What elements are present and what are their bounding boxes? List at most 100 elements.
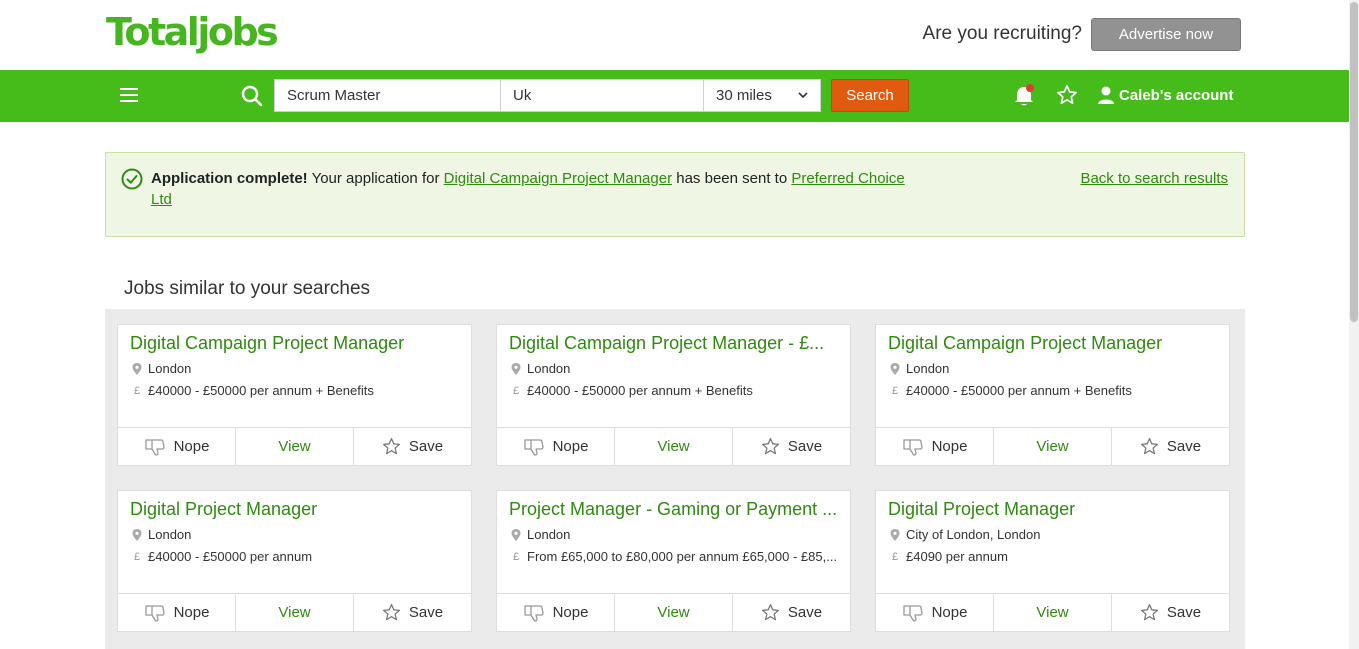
save-star-icon — [382, 603, 400, 621]
job-salary: £40000 - £50000 per annum + Benefits — [527, 383, 753, 398]
search-button[interactable]: Search — [831, 79, 909, 112]
job-card: Digital Campaign Project Manager London £ £… — [117, 324, 472, 466]
job-location: London — [527, 361, 571, 376]
job-location-row: City of London, London — [890, 527, 1217, 542]
page-scrollbar[interactable] — [1349, 0, 1359, 649]
thumbs-down-icon — [144, 438, 165, 456]
nope-button[interactable]: Nope — [118, 594, 236, 631]
thumbs-down-icon — [902, 438, 923, 456]
location-pin-icon — [890, 528, 900, 541]
alert-text-2: has been sent to — [672, 170, 792, 187]
job-salary-row: £ From £65,000 to £80,000 per annum £65,0… — [511, 549, 838, 564]
job-card: Digital Campaign Project Manager London £ £… — [875, 324, 1230, 466]
radius-value: 30 miles — [716, 87, 772, 104]
pound-icon: £ — [133, 550, 141, 563]
totaljobs-logo[interactable]: Totaljobs — [106, 10, 279, 54]
job-card: Project Manager - Gaming or Payment ... L… — [496, 490, 851, 632]
job-location: London — [527, 527, 571, 542]
job-title-link[interactable]: Digital Project Manager — [130, 499, 459, 520]
alert-text-1: Your application for — [307, 170, 444, 187]
job-title-link[interactable]: Digital Project Manager — [888, 499, 1217, 520]
saved-jobs-star-icon[interactable] — [1056, 84, 1078, 106]
job-title-link[interactable]: Digital Campaign Project Manager - £... — [509, 333, 838, 354]
nope-button[interactable]: Nope — [118, 428, 236, 465]
save-button[interactable]: Save — [354, 594, 471, 631]
job-salary-row: £ £4090 per annum — [890, 549, 1217, 564]
save-button[interactable]: Save — [354, 428, 471, 465]
nope-label: Nope — [931, 438, 968, 455]
pound-icon: £ — [891, 550, 899, 563]
job-card: Digital Campaign Project Manager - £... L… — [496, 324, 851, 466]
nope-button[interactable]: Nope — [497, 428, 615, 465]
scrollbar-thumb[interactable] — [1350, 2, 1358, 322]
thumbs-down-icon — [144, 604, 165, 622]
job-card: Digital Project Manager City of London, L… — [875, 490, 1230, 632]
location-pin-icon — [132, 362, 142, 375]
nope-button[interactable]: Nope — [876, 594, 994, 631]
view-button[interactable]: View — [615, 428, 733, 465]
account-menu[interactable]: Caleb's account — [1097, 86, 1233, 104]
location-input[interactable]: Uk — [500, 79, 704, 112]
save-star-icon — [761, 437, 779, 455]
search-navbar: Scrum Master Uk 30 miles Search Caleb's … — [0, 70, 1349, 122]
user-icon — [1098, 86, 1114, 104]
account-label: Caleb's account — [1119, 86, 1234, 104]
save-button[interactable]: Save — [733, 594, 850, 631]
menu-icon[interactable] — [120, 88, 138, 102]
alert-message: Application complete! Your application f… — [151, 168, 911, 210]
view-label: View — [1036, 604, 1069, 621]
job-location-row: London — [890, 361, 1217, 376]
job-salary-row: £ £40000 - £50000 per annum + Benefits — [132, 383, 459, 398]
similar-jobs-panel: Digital Campaign Project Manager London £ £… — [105, 309, 1245, 649]
thumbs-down-icon — [523, 604, 544, 622]
save-star-icon — [1140, 437, 1158, 455]
applied-job-link[interactable]: Digital Campaign Project Manager — [444, 170, 672, 187]
view-label: View — [278, 438, 311, 455]
application-complete-alert: Application complete! Your application f… — [105, 152, 1245, 237]
location-pin-icon — [132, 528, 142, 541]
top-header: Totaljobs Are you recruiting? Advertise … — [0, 0, 1359, 70]
nope-label: Nope — [931, 604, 968, 621]
job-title-link[interactable]: Project Manager - Gaming or Payment ... — [509, 499, 838, 520]
keywords-input[interactable]: Scrum Master — [274, 79, 501, 112]
view-button[interactable]: View — [236, 594, 354, 631]
alert-strong: Application complete! — [151, 170, 308, 187]
view-button[interactable]: View — [615, 594, 733, 631]
job-location: London — [906, 361, 950, 376]
view-button[interactable]: View — [994, 428, 1112, 465]
radius-select[interactable]: 30 miles — [703, 79, 821, 112]
job-title-link[interactable]: Digital Campaign Project Manager — [130, 333, 459, 354]
save-button[interactable]: Save — [1112, 594, 1229, 631]
job-salary: £40000 - £50000 per annum + Benefits — [906, 383, 1132, 398]
job-card-actions: Nope View Save — [497, 427, 850, 465]
job-salary: £40000 - £50000 per annum — [148, 549, 313, 564]
view-button[interactable]: View — [994, 594, 1112, 631]
job-title-link[interactable]: Digital Campaign Project Manager — [888, 333, 1217, 354]
job-salary-row: £ £40000 - £50000 per annum + Benefits — [511, 383, 838, 398]
back-to-search-link[interactable]: Back to search results — [1080, 168, 1228, 189]
job-location: London — [148, 527, 192, 542]
job-card: Digital Project Manager London £ £40000 - £… — [117, 490, 472, 632]
save-label: Save — [787, 438, 823, 455]
save-star-icon — [382, 437, 400, 455]
view-label: View — [657, 438, 690, 455]
save-label: Save — [1166, 438, 1202, 455]
job-location: City of London, London — [906, 527, 1041, 542]
chevron-down-icon — [798, 92, 808, 99]
job-salary: £4090 per annum — [906, 549, 1008, 564]
view-button[interactable]: View — [236, 428, 354, 465]
notification-bell-icon[interactable] — [1013, 84, 1035, 108]
save-button[interactable]: Save — [733, 428, 850, 465]
nope-label: Nope — [552, 438, 589, 455]
nope-button[interactable]: Nope — [876, 428, 994, 465]
similar-jobs-heading: Jobs similar to your searches — [124, 278, 371, 299]
job-card-actions: Nope View Save — [118, 593, 471, 631]
save-label: Save — [408, 438, 444, 455]
nope-button[interactable]: Nope — [497, 594, 615, 631]
save-label: Save — [787, 604, 823, 621]
advertise-now-button[interactable]: Advertise now — [1091, 18, 1241, 51]
location-pin-icon — [511, 362, 521, 375]
job-location-row: London — [132, 361, 459, 376]
save-button[interactable]: Save — [1112, 428, 1229, 465]
pound-icon: £ — [133, 384, 141, 397]
